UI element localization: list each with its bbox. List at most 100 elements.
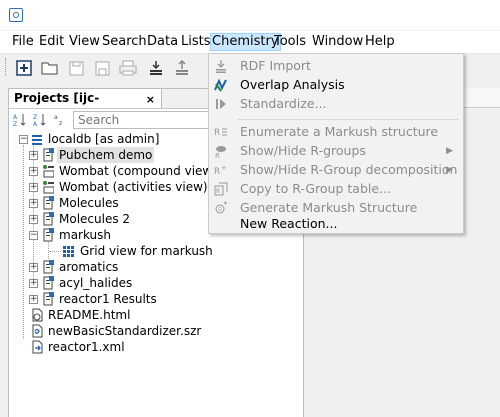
menu-item-rgroup-decomposition[interactable]: R + Show/Hide R-Group decomposition ▶ xyxy=(209,160,463,180)
svg-text:A: A xyxy=(13,114,18,121)
save-as-icon[interactable] xyxy=(92,58,112,78)
entity-icon xyxy=(43,148,54,162)
database-icon xyxy=(32,135,42,145)
menu-item-standardize[interactable]: Standardize... xyxy=(209,94,463,114)
tree-file[interactable]: reactor1.xml xyxy=(9,339,303,355)
open-folder-icon[interactable] xyxy=(40,58,60,78)
menu-item-label: Enumerate a Markush structure xyxy=(240,124,439,139)
tree-item-label: Molecules 2 xyxy=(59,212,131,226)
menu-help[interactable]: Help xyxy=(364,34,396,50)
tab-close-icon[interactable]: × xyxy=(146,91,155,109)
svg-text:z: z xyxy=(59,120,62,127)
collapse-icon[interactable]: − xyxy=(19,135,28,144)
az-sort-icon[interactable]: AZ xyxy=(13,113,27,130)
menu-tools[interactable]: Tools xyxy=(273,34,307,50)
expand-icon[interactable]: + xyxy=(29,199,38,208)
tree-file[interactable]: newBasicStandardizer.szr xyxy=(9,323,303,339)
menu-item-label: Standardize... xyxy=(240,96,327,111)
tree-item-label: Molecules xyxy=(59,196,119,210)
menu-item-overlap-analysis[interactable]: Overlap Analysis xyxy=(209,75,463,95)
expand-icon[interactable]: + xyxy=(29,183,38,192)
print-icon[interactable] xyxy=(118,58,138,78)
menu-bar: File Edit View Search Data Lists Chemist… xyxy=(0,31,500,54)
menu-chemistry[interactable]: Chemistry xyxy=(210,33,281,51)
expand-icon[interactable]: + xyxy=(29,151,38,160)
svg-text:Z: Z xyxy=(33,114,37,121)
svg-text:R: R xyxy=(214,167,220,177)
rdf-import-icon xyxy=(216,60,226,73)
rgroup-decomposition-icon: R + xyxy=(214,164,227,177)
expand-icon[interactable]: + xyxy=(29,167,38,176)
new-icon[interactable] xyxy=(14,58,34,78)
export-icon[interactable] xyxy=(172,58,192,78)
menu-lists[interactable]: Lists xyxy=(180,34,212,50)
tree-file-label: newBasicStandardizer.szr xyxy=(48,324,202,338)
markush-enumerate-icon: R xyxy=(214,128,227,138)
tree-root-label: localdb [as admin] xyxy=(48,132,160,146)
save-icon[interactable] xyxy=(66,58,86,78)
menu-item-rdf-import[interactable]: RDF Import xyxy=(209,56,463,76)
menu-window[interactable]: Window xyxy=(311,34,364,50)
svg-text:R: R xyxy=(214,128,220,138)
svg-text:G: G xyxy=(218,207,222,213)
tree-item-label: Wombat (compound view) xyxy=(59,164,217,178)
copy-rgroup-table-icon: R xyxy=(214,182,228,196)
menu-view[interactable]: View xyxy=(68,34,101,50)
menu-item-label: RDF Import xyxy=(240,58,311,73)
svg-text:R: R xyxy=(216,188,220,195)
tree-item-label: Grid view for markush xyxy=(80,244,213,258)
za-sort-icon[interactable]: ZA xyxy=(33,113,47,130)
submenu-arrow-icon: ▶ xyxy=(446,146,453,156)
tree-item-label: aromatics xyxy=(59,260,119,274)
entity-icon xyxy=(43,260,54,274)
standardizer-file-icon xyxy=(32,324,43,338)
svg-text:A: A xyxy=(33,121,38,127)
menu-edit[interactable]: Edit xyxy=(38,34,65,50)
expand-icon[interactable]: + xyxy=(29,279,38,288)
menu-item-label: Show/Hide R-groups xyxy=(240,143,366,158)
compound-view-icon xyxy=(43,165,54,178)
menu-search[interactable]: Search xyxy=(101,34,148,50)
tree-item[interactable]: + acyl_halides xyxy=(9,275,303,291)
import-icon[interactable] xyxy=(146,58,166,78)
expand-icon[interactable]: + xyxy=(29,263,38,272)
tree-file-label: reactor1.xml xyxy=(48,340,125,354)
submenu-arrow-icon: ▶ xyxy=(446,165,453,175)
menu-item-enumerate-markush[interactable]: R Enumerate a Markush structure xyxy=(209,122,463,142)
collapse-icon[interactable]: − xyxy=(29,231,38,240)
html-file-icon xyxy=(32,308,43,322)
grid-view-icon xyxy=(63,246,74,257)
tree-item-label: acyl_halides xyxy=(59,276,133,290)
tree-item-label: Pubchem demo xyxy=(57,147,155,163)
expand-icon[interactable]: + xyxy=(29,295,38,304)
generate-markush-icon: G xyxy=(215,201,227,214)
menu-item-label: Copy to R-Group table... xyxy=(240,181,391,196)
tree-file[interactable]: README.html xyxy=(9,307,303,323)
menu-data[interactable]: Data xyxy=(146,34,179,50)
toolbar-grip xyxy=(5,58,8,76)
overlap-analysis-icon xyxy=(214,78,227,92)
menu-item-label: Overlap Analysis xyxy=(240,77,345,92)
tab-projects[interactable]: Projects [ijc-project58] × xyxy=(9,89,162,123)
entity-icon xyxy=(43,212,54,226)
menu-item-new-reaction[interactable]: New Reaction... xyxy=(209,214,463,234)
menu-item-label: New Reaction... xyxy=(240,216,338,231)
tree-item-label: reactor1 Results xyxy=(59,292,157,306)
activities-view-icon xyxy=(43,181,54,194)
tree-item[interactable]: + aromatics xyxy=(9,259,303,275)
svg-text:R: R xyxy=(215,152,220,158)
rgroups-icon: R xyxy=(215,146,226,158)
tree-item-grid-view[interactable]: Grid view for markush xyxy=(9,243,303,259)
tree-file-label: README.html xyxy=(48,308,131,322)
tree-item[interactable]: + reactor1 Results xyxy=(9,291,303,307)
standardize-icon xyxy=(216,99,226,109)
chemistry-menu: RDF Import Overlap Analysis Standardize.… xyxy=(208,53,464,234)
filter-az-icon[interactable]: az xyxy=(53,113,67,130)
expand-icon[interactable]: + xyxy=(29,215,38,224)
reactor-file-icon xyxy=(32,340,43,354)
menu-file[interactable]: File xyxy=(11,34,35,50)
menu-item-show-hide-rgroups[interactable]: R Show/Hide R-groups ▶ xyxy=(209,141,463,161)
menu-item-copy-rgroup-table[interactable]: R Copy to R-Group table... xyxy=(209,179,463,199)
menu-item-label: Show/Hide R-Group decomposition xyxy=(240,162,458,177)
entity-icon xyxy=(43,196,54,210)
